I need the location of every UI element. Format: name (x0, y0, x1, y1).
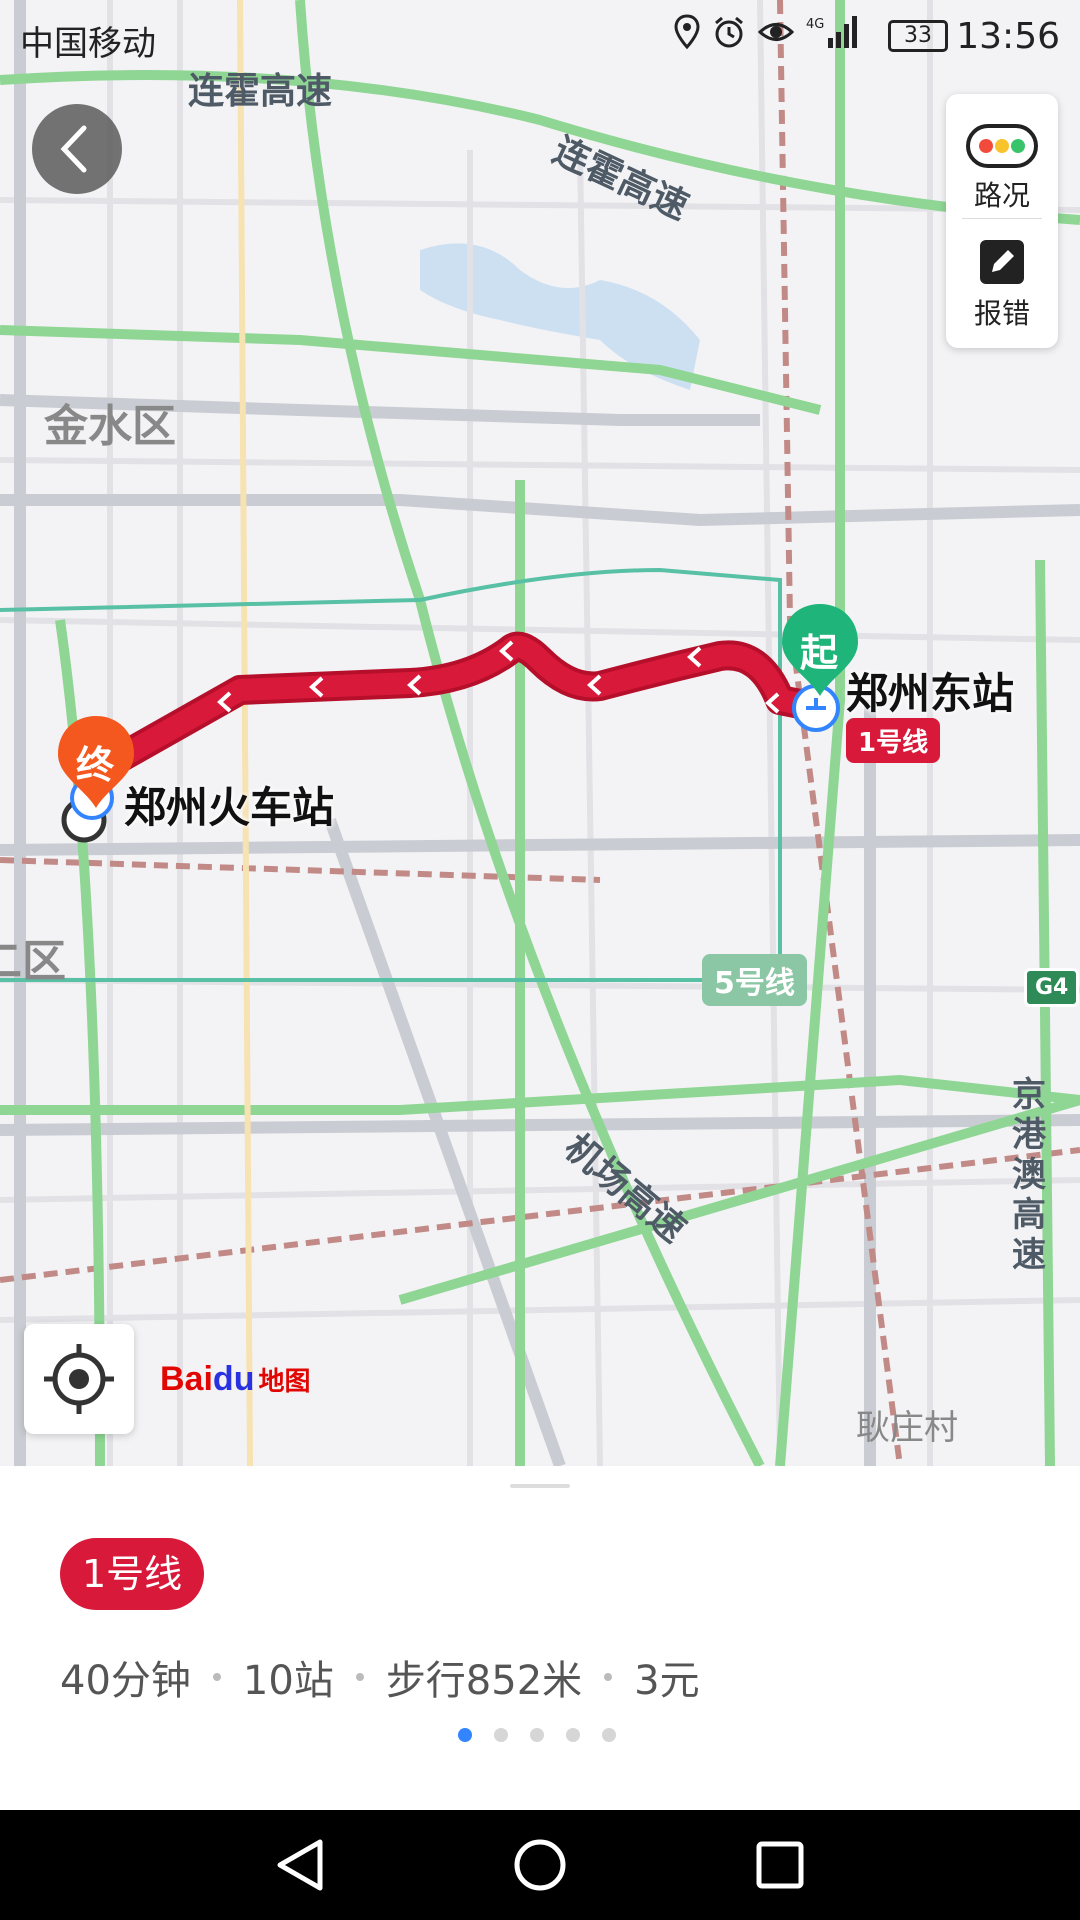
area-label-district: 二区 (0, 936, 66, 987)
clock: 13:56 (956, 16, 1060, 57)
end-marker-label: 终 (76, 743, 115, 787)
logo-part-ditu: 地图 (258, 1366, 311, 1396)
battery-indicator: 33 (888, 20, 948, 52)
area-label-jinshui: 金水区 (44, 401, 176, 452)
traffic-label: 路况 (973, 179, 1030, 212)
walk-distance-text: 步行852米 (385, 1658, 583, 1704)
page-dot[interactable] (458, 1728, 472, 1742)
carrier-label: 中国移动 (20, 24, 156, 64)
svg-text:4G: 4G (806, 17, 824, 32)
drag-handle[interactable] (510, 1484, 570, 1488)
road-label-jinggangao: 京港澳高速 (1012, 1075, 1046, 1275)
chevron-left-icon (60, 125, 87, 173)
duration-text: 40分钟 (60, 1658, 191, 1704)
separator-dot (355, 1673, 364, 1681)
traffic-button[interactable]: 路况 (946, 94, 1058, 214)
eye-icon (758, 23, 794, 41)
signal-4g-icon: 4G (806, 16, 857, 48)
page-dot[interactable] (494, 1728, 508, 1742)
recents-square-icon[interactable] (740, 1830, 820, 1900)
page-dot[interactable] (566, 1728, 580, 1742)
screen: 连霍高速 连霍高速 机场高速 京港澳高速 金水区 二区 耿庄村 起 郑州东站 1… (0, 0, 1080, 1920)
route-line-badge: 1号线 (60, 1538, 205, 1610)
locate-me-button[interactable] (24, 1324, 134, 1434)
line-5-badge: 5号线 (702, 954, 807, 1006)
status-bar: 中国移动 4G 33 13:56 (0, 0, 1080, 74)
map-tools-panel: 路况 报错 (946, 94, 1058, 348)
page-dot[interactable] (602, 1728, 616, 1742)
start-marker-label: 起 (800, 631, 839, 675)
page-dot[interactable] (530, 1728, 544, 1742)
start-station-label: 郑州东站 (846, 669, 1015, 718)
map-view[interactable]: 连霍高速 连霍高速 机场高速 京港澳高速 金水区 二区 耿庄村 起 郑州东站 1… (0, 0, 1080, 1466)
separator-dot (604, 1673, 613, 1681)
alarm-icon (715, 16, 743, 48)
crosshair-icon (44, 1344, 114, 1414)
back-triangle-icon[interactable] (262, 1830, 342, 1900)
route-summary-card[interactable]: 1号线 40分钟 10站 步行852米 3元 (0, 1466, 1080, 1810)
edit-icon (980, 240, 1024, 284)
g4-highway-badge: G4 (1024, 968, 1080, 1007)
report-error-button[interactable]: 报错 (946, 218, 1058, 338)
home-circle-icon[interactable] (500, 1830, 580, 1900)
baidu-map-logo: Baidu 地图 (160, 1360, 310, 1399)
stops-text: 10站 (242, 1658, 334, 1704)
traffic-light-icon (966, 124, 1038, 168)
page-indicator[interactable] (458, 1728, 616, 1742)
end-station-label: 郑州火车站 (124, 783, 335, 832)
location-icon (674, 14, 700, 50)
route-line-badge-map: 1号线 (846, 718, 941, 763)
back-button[interactable] (32, 104, 122, 194)
logo-part-bai: Bai (160, 1360, 213, 1398)
separator-dot (212, 1673, 221, 1681)
status-icons: 4G (674, 14, 860, 50)
logo-part-du: du (212, 1360, 255, 1398)
area-label-gengzhuang: 耿庄村 (856, 1408, 958, 1448)
system-nav-bar (0, 1810, 1080, 1920)
fare-text: 3元 (634, 1658, 700, 1704)
route-summary: 40分钟 10站 步行852米 3元 (60, 1648, 700, 1706)
report-error-label: 报错 (973, 297, 1030, 330)
